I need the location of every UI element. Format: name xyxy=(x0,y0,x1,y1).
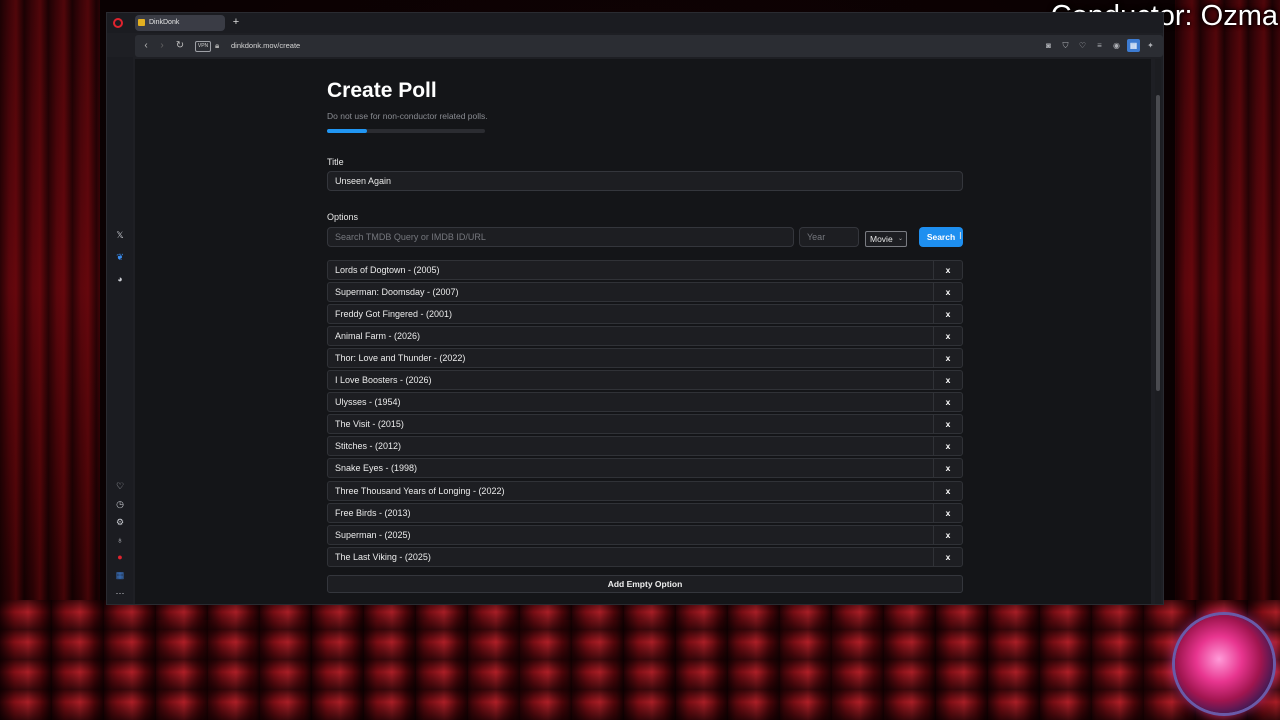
option-row[interactable]: Lords of Dogtown - (2005) x xyxy=(327,260,963,280)
title-input[interactable]: Unseen Again xyxy=(327,171,963,191)
scrollbar[interactable] xyxy=(1155,59,1161,604)
year-input[interactable]: Year xyxy=(799,227,859,247)
remove-option-button[interactable]: x xyxy=(933,437,962,456)
option-label: Ulysses - (1954) xyxy=(335,397,401,408)
remove-option-button[interactable]: x xyxy=(933,371,962,390)
discord-icon[interactable]: ◕ xyxy=(114,273,126,285)
toolbar-icons: ◙ ⛉ ♡ ≡ ◉ ▦ ✦ xyxy=(1042,39,1157,53)
option-label: The Last Viking - (2025) xyxy=(335,551,431,562)
tab-title: DinkDonk xyxy=(149,19,180,26)
media-type-select[interactable]: Movie ⌄ xyxy=(865,231,907,247)
remove-option-button[interactable]: x xyxy=(933,459,962,478)
menu-icon[interactable]: ≡ xyxy=(1093,39,1106,52)
opera-logo-icon[interactable] xyxy=(113,18,123,28)
heart-icon[interactable]: ♡ xyxy=(1076,39,1089,52)
option-row[interactable]: The Last Viking - (2025) x xyxy=(327,546,963,567)
tab-bar: DinkDonk + xyxy=(107,13,1163,33)
option-row[interactable]: Freddy Got Fingered - (2001) x xyxy=(327,304,963,325)
heart-icon[interactable]: ♡ xyxy=(114,480,126,492)
option-row[interactable]: Stitches - (2012) x xyxy=(327,436,963,457)
url-field[interactable]: dinkdonk.mov/create xyxy=(231,40,300,52)
remove-option-button[interactable]: x xyxy=(933,503,962,522)
option-label: Stitches - (2012) xyxy=(335,441,402,452)
remove-option-button[interactable]: x xyxy=(933,393,962,412)
media-type-value: Movie xyxy=(870,234,893,244)
browser-window: DinkDonk + ‹ › ↻ VPN 🔒︎ dinkdonk.mov/cre… xyxy=(106,12,1164,605)
option-row[interactable]: The Visit - (2015) x xyxy=(327,414,963,435)
chevron-down-icon: ⌄ xyxy=(897,236,903,242)
search-input[interactable]: Search TMDB Query or IMDB ID/URL xyxy=(327,227,794,247)
remove-option-button[interactable]: x xyxy=(933,327,962,346)
aria-icon[interactable]: ✦ xyxy=(1144,39,1157,52)
theater-seats-background xyxy=(0,600,1280,720)
option-label: Superman - (2025) xyxy=(335,529,411,540)
option-label: Free Birds - (2013) xyxy=(335,507,411,518)
extension-icon[interactable]: ▦ xyxy=(1127,39,1140,52)
remove-option-button[interactable]: x xyxy=(933,547,962,566)
title-label: Title xyxy=(327,157,344,167)
more-icon[interactable]: ⋯ xyxy=(114,587,126,599)
option-row[interactable]: Three Thousand Years of Longing - (2022)… xyxy=(327,480,963,501)
extension-icon[interactable]: ▦ xyxy=(114,569,126,581)
option-row[interactable]: Snake Eyes - (1998) x xyxy=(327,458,963,479)
history-clock-icon[interactable]: ◷ xyxy=(114,498,126,510)
option-label: Thor: Love and Thunder - (2022) xyxy=(335,353,466,364)
option-label: Freddy Got Fingered - (2001) xyxy=(335,309,453,320)
settings-gear-icon[interactable]: ⚙ xyxy=(114,516,126,528)
option-label: Animal Farm - (2026) xyxy=(335,331,421,342)
lightbulb-icon[interactable]: ♁ xyxy=(114,534,126,546)
option-row[interactable]: Superman: Doomsday - (2007) x xyxy=(327,282,963,303)
option-label: Lords of Dogtown - (2005) xyxy=(335,265,440,275)
text-cursor-icon: I xyxy=(959,231,962,242)
remove-option-button[interactable]: x xyxy=(933,261,962,279)
option-label: I Love Boosters - (2026) xyxy=(335,375,432,386)
option-row[interactable]: Animal Farm - (2026) x xyxy=(327,326,963,347)
option-row[interactable]: Ulysses - (1954) x xyxy=(327,392,963,413)
remove-option-button[interactable]: x xyxy=(933,283,962,302)
camera-icon[interactable]: ◙ xyxy=(1042,39,1055,52)
option-row[interactable]: Thor: Love and Thunder - (2022) x xyxy=(327,348,963,369)
tab-dinkdonk[interactable]: DinkDonk xyxy=(135,15,225,31)
shield-icon[interactable]: ⛉ xyxy=(1059,39,1072,52)
page-subtitle: Do not use for non-conductor related pol… xyxy=(327,111,488,121)
remove-option-button[interactable]: x xyxy=(933,349,962,368)
dinkdonk-favicon-icon xyxy=(138,19,145,26)
options-label: Options xyxy=(327,212,359,222)
page-title: Create Poll xyxy=(327,79,437,102)
scrollbar-thumb[interactable] xyxy=(1156,95,1160,391)
option-label: Snake Eyes - (1998) xyxy=(335,463,418,474)
option-row[interactable]: Superman - (2025) x xyxy=(327,524,963,545)
option-label: Superman: Doomsday - (2007) xyxy=(335,287,459,298)
new-tab-button[interactable]: + xyxy=(231,17,241,28)
reload-icon[interactable]: ↻ xyxy=(173,39,187,53)
progress-bar xyxy=(327,129,485,133)
option-row[interactable]: Free Birds - (2013) x xyxy=(327,502,963,523)
option-label: Three Thousand Years of Longing - (2022) xyxy=(335,485,505,496)
search-button[interactable]: Search xyxy=(919,227,963,247)
option-label: The Visit - (2015) xyxy=(335,419,404,430)
x-twitter-icon[interactable]: 𝕏 xyxy=(114,229,126,241)
remove-option-button[interactable]: x xyxy=(933,481,962,500)
remove-option-button[interactable]: x xyxy=(933,415,962,434)
remove-option-button[interactable]: x xyxy=(933,525,962,544)
add-empty-option-button[interactable]: Add Empty Option xyxy=(327,575,963,593)
option-row[interactable]: I Love Boosters - (2026) x xyxy=(327,370,963,391)
remove-option-button[interactable]: x xyxy=(933,305,962,324)
streamer-avatar xyxy=(1175,615,1273,713)
back-arrow-icon[interactable]: ‹ xyxy=(139,39,153,53)
browser-sidebar: 𝕏 ❦ ◕ ♡ ◷ ⚙ ♁ ● ▦ ⋯ xyxy=(107,57,133,604)
profile-icon[interactable]: ◉ xyxy=(1110,39,1123,52)
page-viewport: Create Poll Do not use for non-conductor… xyxy=(135,59,1151,604)
progress-bar-fill xyxy=(327,129,367,133)
address-bar-toolbar: ‹ › ↻ VPN 🔒︎ dinkdonk.mov/create ◙ ⛉ ♡ ≡… xyxy=(135,35,1163,57)
vpn-badge[interactable]: VPN xyxy=(195,41,211,52)
forward-arrow-icon[interactable]: › xyxy=(155,39,169,53)
bluesky-icon[interactable]: ❦ xyxy=(114,251,126,263)
lock-icon[interactable]: 🔒︎ xyxy=(215,41,222,50)
opera-small-icon[interactable]: ● xyxy=(114,551,126,563)
